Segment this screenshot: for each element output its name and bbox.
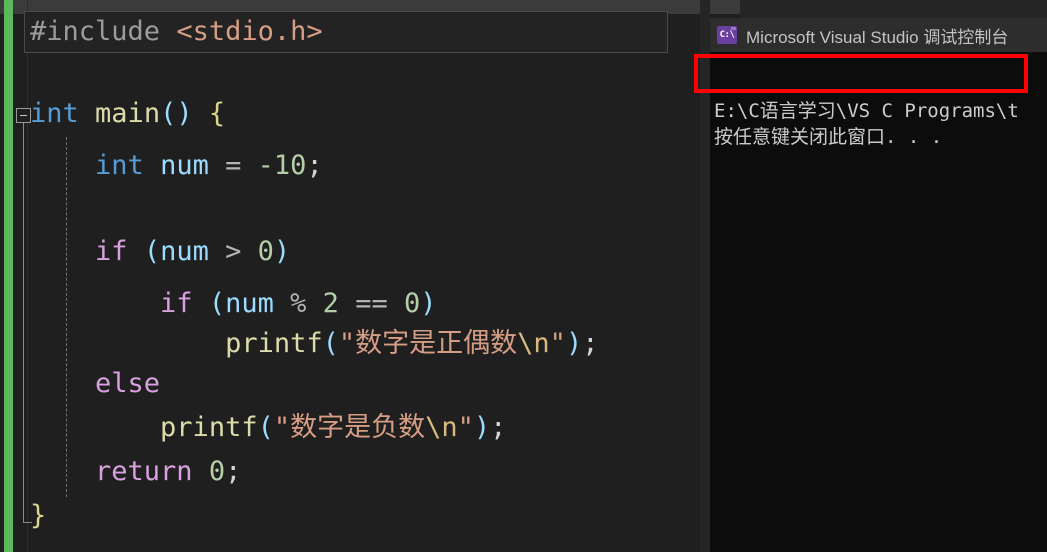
code-line: if (num > 0) (30, 226, 290, 278)
code-token: num (160, 236, 209, 267)
code-token: } (30, 500, 47, 531)
code-token: ; (490, 412, 507, 443)
console-title-bar[interactable]: C:\ Microsoft Visual Studio 调试控制台 (710, 18, 1047, 52)
code-token: if (160, 288, 193, 319)
code-token: = (225, 150, 242, 181)
debug-console-window[interactable]: C:\ Microsoft Visual Studio 调试控制台 E:\C语言… (710, 18, 1047, 552)
code-token: == (355, 288, 388, 319)
console-output-line: 按任意键关闭此窗口. . . (714, 126, 943, 148)
code-token: printf (160, 412, 258, 443)
code-token: 0 (208, 456, 226, 487)
code-token: #include (30, 16, 177, 47)
code-token: \n (517, 328, 550, 359)
code-token: else (95, 368, 161, 399)
code-token: int (30, 98, 79, 129)
code-token: ) (473, 412, 491, 443)
console-app-icon: C:\ (717, 26, 737, 44)
code-token: "数字是正偶数 (338, 328, 518, 359)
code-token: \n (425, 412, 458, 443)
code-token: ( (322, 328, 339, 359)
console-icon-label: C:\ (719, 30, 735, 40)
code-line: return 0; (30, 446, 241, 498)
code-token: "数字是负数 (273, 412, 426, 443)
code-token: num (225, 288, 274, 319)
code-token: -10 (257, 150, 307, 181)
code-token: > (225, 236, 242, 267)
code-token: main (95, 98, 161, 129)
console-output-line: E:\C语言学习\VS C Programs\t (714, 100, 1019, 122)
code-token: num (160, 150, 209, 181)
code-token: if (95, 236, 128, 267)
code-token: <stdio.h> (176, 16, 323, 47)
code-token: ) (273, 236, 291, 267)
console-output-area[interactable]: E:\C语言学习\VS C Programs\t 按任意键关闭此窗口. . . (710, 52, 1047, 552)
code-token: ; (582, 328, 599, 359)
screenshot-root: #include <stdio.h> int main() { int num =… (0, 0, 1047, 552)
code-token: ) (420, 288, 437, 319)
code-token: printf (225, 328, 323, 359)
editor-right-edge (700, 0, 710, 552)
code-token: return (95, 456, 193, 487)
code-token: 0 (257, 236, 274, 267)
code-token: 2 (322, 288, 339, 319)
code-token: ; (306, 150, 323, 181)
code-token: () (160, 98, 193, 129)
code-text-layer: #include <stdio.h> int main() { int num =… (0, 0, 740, 552)
code-token: ( (143, 236, 161, 267)
code-line: int num = -10; (30, 140, 323, 192)
code-token: ( (208, 288, 226, 319)
code-token: int (95, 150, 144, 181)
code-line: #include <stdio.h> (30, 6, 323, 58)
code-token: ( (257, 412, 274, 443)
code-line: int main() { (30, 88, 225, 140)
code-token: ) (565, 328, 583, 359)
code-token: " (549, 328, 566, 359)
code-token: " (457, 412, 474, 443)
code-line: } (30, 490, 46, 542)
code-token: % (290, 288, 307, 319)
console-window-title: Microsoft Visual Studio 调试控制台 (746, 27, 1009, 47)
code-token: 0 (403, 288, 421, 319)
code-token: { (208, 98, 226, 129)
code-token: ; (225, 456, 242, 487)
code-editor[interactable]: #include <stdio.h> int main() { int num =… (0, 0, 740, 552)
